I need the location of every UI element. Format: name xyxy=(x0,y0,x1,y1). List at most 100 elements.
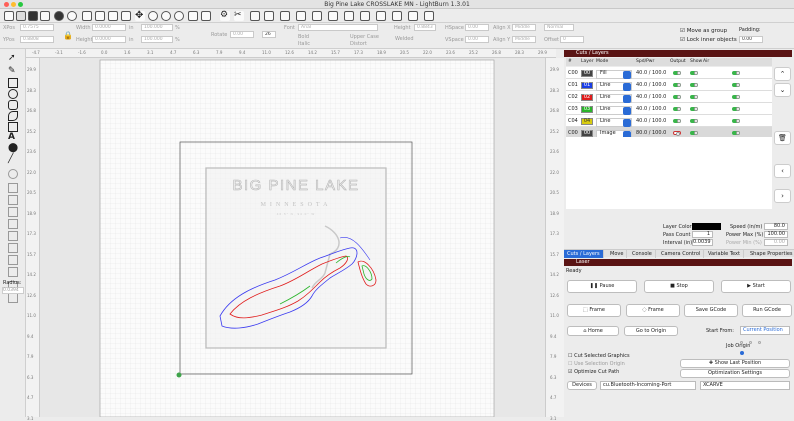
optimize-cut-path-checkbox[interactable]: ☑ Optimize Cut Path xyxy=(568,369,619,375)
frame-button[interactable]: ⬚ Frame xyxy=(567,304,621,317)
camera-icon[interactable] xyxy=(280,11,290,21)
weld-tool-icon[interactable] xyxy=(8,219,18,229)
power-max-input[interactable]: 100.00 xyxy=(764,231,788,238)
welded-checkbox[interactable]: Welded xyxy=(395,36,414,42)
layout-icon[interactable] xyxy=(344,11,354,21)
lock-inner-checkbox[interactable]: ☑ Lock inner objects xyxy=(680,37,737,43)
lock-ratio-icon[interactable]: 🔒 xyxy=(63,31,73,40)
air-toggle[interactable] xyxy=(732,95,740,99)
save-as-icon[interactable] xyxy=(40,11,50,21)
distort-checkbox[interactable]: Distort xyxy=(350,41,367,47)
font-select[interactable]: Arial xyxy=(298,24,378,31)
layer-swatch[interactable]: 02 xyxy=(581,94,593,101)
hspace-input[interactable]: 0.00 xyxy=(465,24,489,31)
alignx-select[interactable]: Middle xyxy=(512,24,536,31)
output-toggle[interactable] xyxy=(673,95,681,99)
layer-row[interactable]: C03 03 Line 40.0 / 100.0 xyxy=(566,103,772,115)
width-input[interactable]: 0.0000 xyxy=(92,24,126,31)
offset-icon[interactable] xyxy=(424,11,434,21)
output-toggle[interactable] xyxy=(673,131,681,136)
corner-chamfer-icon[interactable] xyxy=(8,293,18,303)
start-button[interactable]: ▶ Start xyxy=(721,280,791,293)
layer-swatch[interactable]: 01 xyxy=(581,82,593,89)
layer-row[interactable]: C00 00 Fill 40.0 / 100.0 xyxy=(566,67,772,79)
show-toggle[interactable] xyxy=(690,119,698,123)
move-as-group-checkbox[interactable]: ☑ Move as group xyxy=(680,28,727,34)
boolean-subtract-icon[interactable] xyxy=(8,195,18,205)
tab-cuts-layers[interactable]: Cuts / Layers xyxy=(564,250,604,258)
air-toggle[interactable] xyxy=(732,71,740,75)
expand-right-icon[interactable]: › xyxy=(774,189,791,203)
aligny-select[interactable]: Middle xyxy=(512,36,536,43)
layer-row[interactable]: C04 04 Line 40.0 / 100.0 xyxy=(566,115,772,127)
zoom-out-icon[interactable] xyxy=(161,11,171,21)
move-layer-down-icon[interactable]: ⌄ xyxy=(774,83,791,97)
expand-left-icon[interactable]: ‹ xyxy=(774,164,791,178)
map-image[interactable] xyxy=(205,167,387,349)
trace-image-icon[interactable] xyxy=(250,11,260,21)
show-toggle[interactable] xyxy=(690,107,698,111)
save-icon[interactable] xyxy=(28,11,38,21)
frame-selection-icon[interactable] xyxy=(201,11,211,21)
job-origin-grid[interactable] xyxy=(740,341,770,355)
zoom-in-icon[interactable] xyxy=(148,11,158,21)
tools-icon[interactable]: ✂ xyxy=(234,11,244,21)
boolean-icon[interactable] xyxy=(392,11,402,21)
layer-row[interactable]: C01 01 Line 40.0 / 100.0 xyxy=(566,79,772,91)
stop-button[interactable]: ■ Stop xyxy=(644,280,714,293)
mirror-icon[interactable] xyxy=(360,11,370,21)
rotate-input[interactable]: 0.00 xyxy=(230,31,254,38)
boolean-intersect-icon[interactable] xyxy=(8,207,18,217)
air-toggle[interactable] xyxy=(732,83,740,87)
xpos-input[interactable]: 0.7575 xyxy=(20,24,54,31)
bold-checkbox[interactable]: Bold xyxy=(298,34,309,40)
output-toggle[interactable] xyxy=(673,119,681,123)
layer-swatch[interactable]: 03 xyxy=(581,106,593,113)
show-last-position-button[interactable]: ✚ Show Last Position xyxy=(680,359,790,368)
vspace-input[interactable]: 0.00 xyxy=(465,36,489,43)
save-gcode-button[interactable]: Save GCode xyxy=(684,304,738,317)
show-toggle[interactable] xyxy=(690,131,698,135)
position-laser-icon[interactable] xyxy=(8,122,18,132)
height-percent-input[interactable]: 100.000 xyxy=(141,36,173,43)
edit-nodes-icon[interactable]: ✎ xyxy=(8,67,18,77)
flip-tool-icon[interactable] xyxy=(8,255,18,265)
zoom-fit-icon[interactable] xyxy=(174,11,184,21)
height-input[interactable]: 0.0000 xyxy=(92,36,126,43)
pause-button[interactable]: ❚❚ Pause xyxy=(567,280,637,293)
start-from-select[interactable]: Current Position xyxy=(740,326,790,335)
devices-button[interactable]: Devices xyxy=(567,381,597,390)
tab-camera-control[interactable]: Camera Control xyxy=(658,250,705,258)
upper-case-checkbox[interactable]: Upper Case xyxy=(350,34,379,40)
cut-selected-checkbox[interactable]: ☐ Cut Selected Graphics xyxy=(568,353,630,359)
origin-marker[interactable] xyxy=(176,372,182,378)
marker-tool-icon[interactable]: ⬤ xyxy=(8,144,18,154)
show-toggle[interactable] xyxy=(690,83,698,87)
align-icon[interactable] xyxy=(328,11,338,21)
draw-lines-icon[interactable] xyxy=(8,111,18,121)
layer-swatch[interactable]: 04 xyxy=(581,118,593,125)
layer-row[interactable]: C02 02 Line 40.0 / 100.0 xyxy=(566,91,772,103)
text-tool-icon[interactable]: A xyxy=(8,133,18,143)
pass-count-input[interactable]: 1 xyxy=(692,231,713,238)
offset-input[interactable]: 0 xyxy=(560,36,584,43)
cut-icon[interactable] xyxy=(82,11,92,21)
air-toggle[interactable] xyxy=(732,107,740,111)
zoom-page-icon[interactable] xyxy=(188,11,198,21)
optimization-settings-button[interactable]: Optimization Settings xyxy=(680,369,790,378)
dpi-input[interactable]: 26 xyxy=(262,31,276,38)
measure-tool-icon[interactable]: ╱ xyxy=(8,155,18,165)
copy-icon[interactable] xyxy=(95,11,105,21)
tab-move[interactable]: Move xyxy=(607,250,628,258)
tab-console[interactable]: Console xyxy=(629,250,656,258)
ypos-input[interactable]: 0.8808 xyxy=(20,36,54,43)
padding-input[interactable]: 0.00 xyxy=(739,36,763,43)
import-icon[interactable] xyxy=(54,11,64,21)
origin-radio-selected[interactable] xyxy=(740,351,744,355)
go-to-origin-button[interactable]: Go to Origin xyxy=(624,326,678,336)
design-canvas[interactable]: BIG PINE LAKE MINNESOTA 46.5° N, 94.0° W xyxy=(40,58,545,417)
select-tool-icon[interactable]: ➚ xyxy=(8,54,18,64)
delete-icon[interactable] xyxy=(121,11,131,21)
shape-tool-icon[interactable] xyxy=(8,169,18,179)
open-file-icon[interactable] xyxy=(16,11,26,21)
